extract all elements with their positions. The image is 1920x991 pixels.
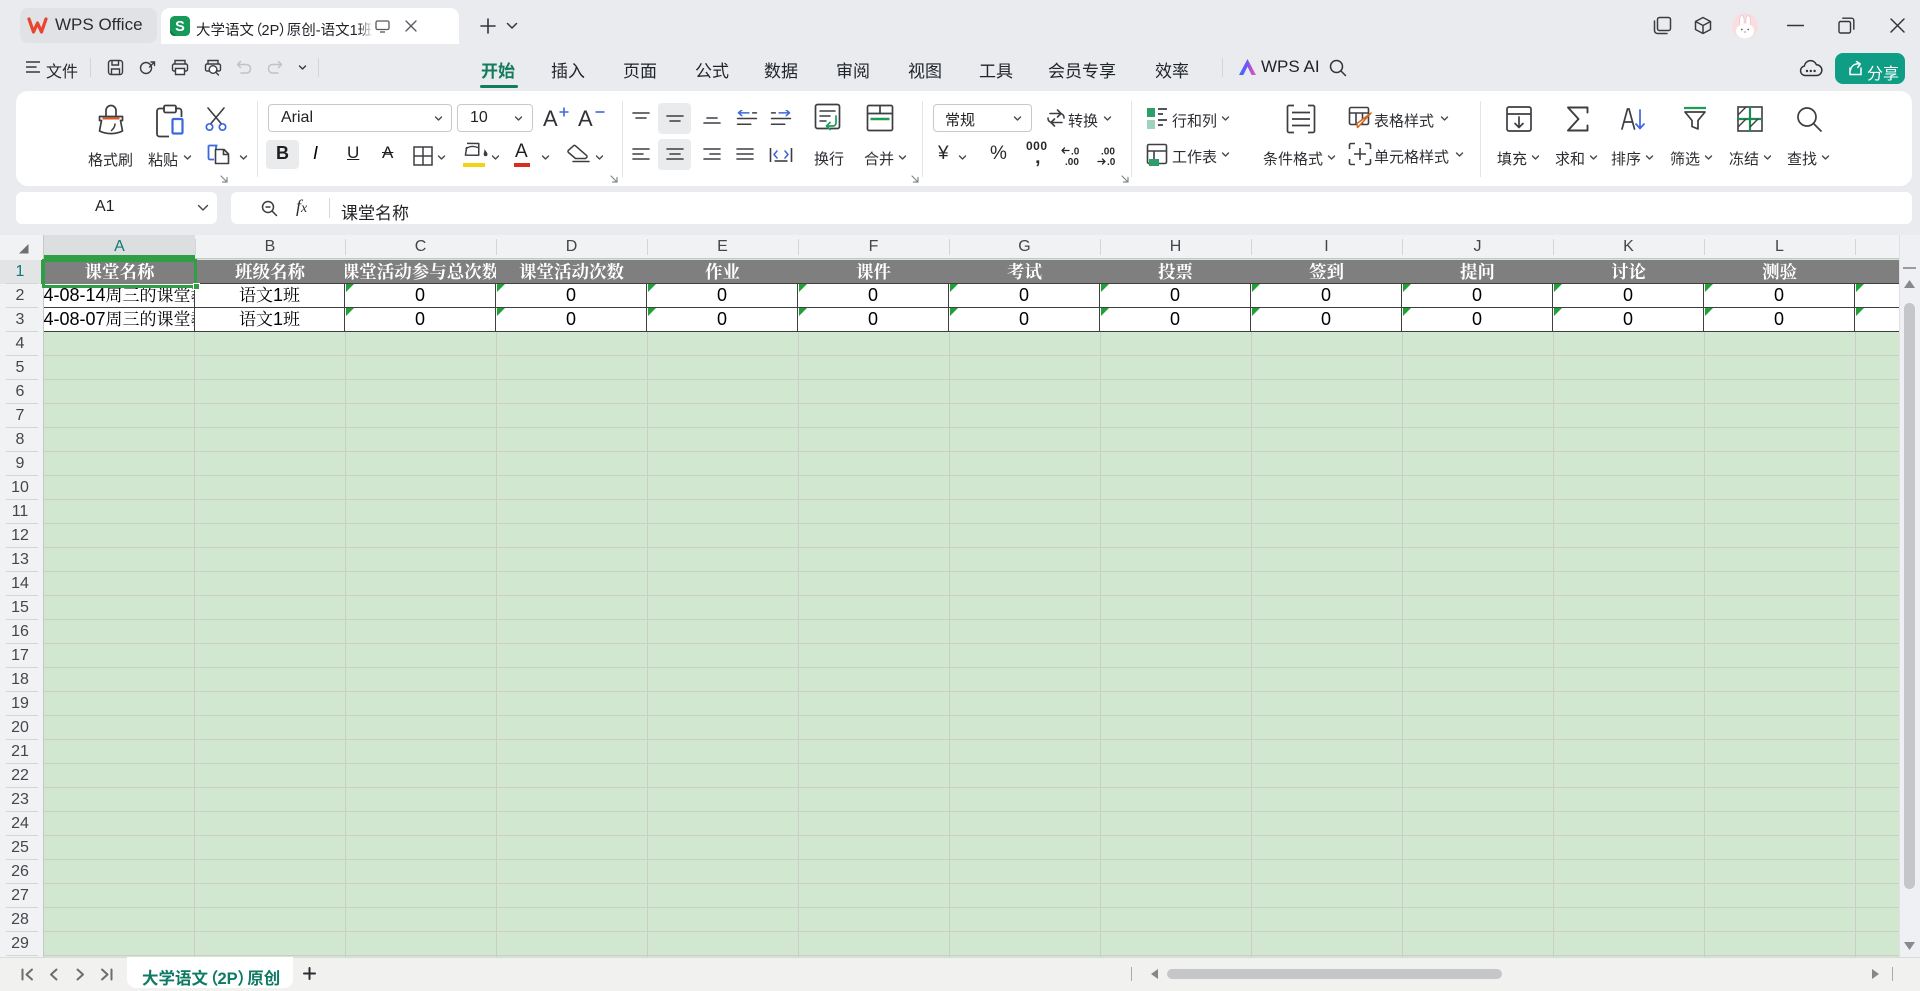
- svg-text:S: S: [175, 19, 185, 35]
- svg-text:.0: .0: [1107, 157, 1116, 166]
- svg-text:.00: .00: [1065, 157, 1079, 166]
- svg-text:.00: .00: [1101, 147, 1115, 158]
- svg-text:.0: .0: [1071, 147, 1080, 158]
